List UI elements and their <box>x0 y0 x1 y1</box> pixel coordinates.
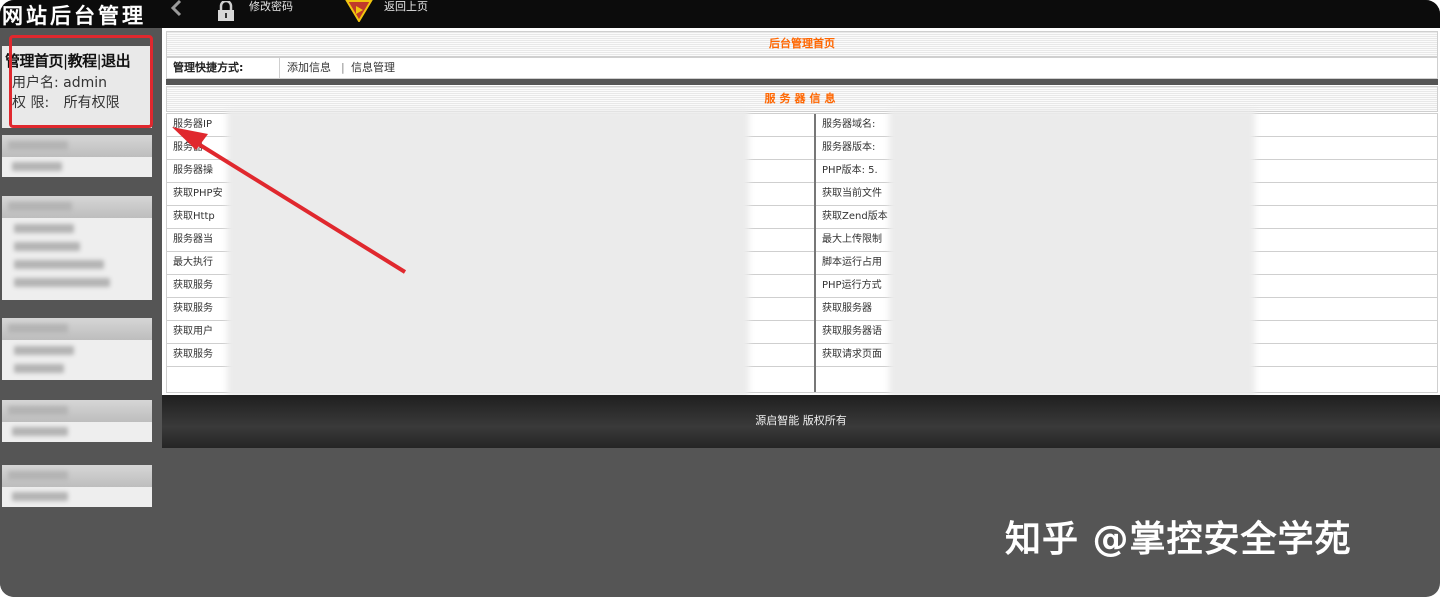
annotation-arrow-icon <box>172 127 407 274</box>
screenshot-frame: 网站后台管理 修改密码 返回上页 管理首页|教程|退出 用户名: admin 权… <box>0 0 1440 597</box>
watermark: 知乎 @掌控安全学苑 <box>1005 519 1352 560</box>
